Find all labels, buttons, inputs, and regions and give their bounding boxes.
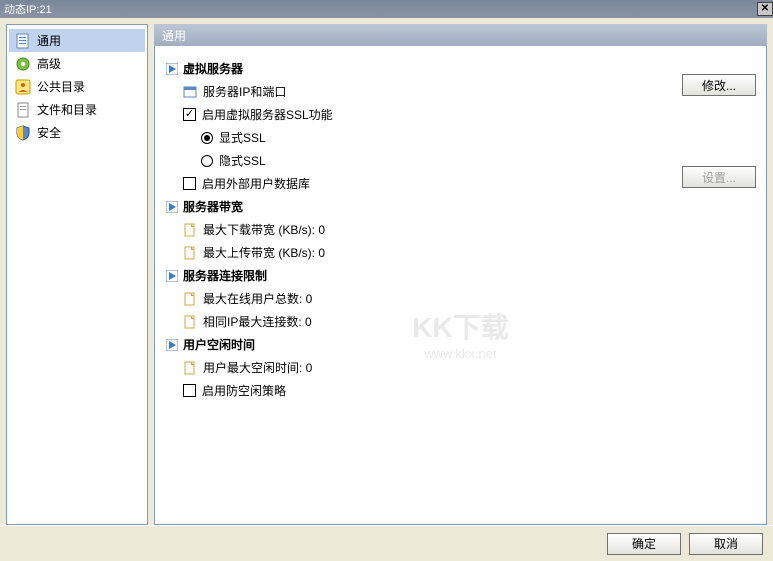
- arrow-right-icon: [165, 338, 179, 352]
- section-bandwidth: 服务器带宽: [165, 198, 756, 215]
- label: 隐式SSL: [219, 152, 266, 169]
- row-max-download: 最大下载带宽 (KB/s): 0: [183, 221, 756, 238]
- shield-icon: [15, 125, 31, 141]
- sidebar-item-label: 文件和目录: [37, 101, 97, 118]
- label: 启用虚拟服务器SSL功能: [202, 106, 333, 123]
- section-idle: 用户空闲时间: [165, 336, 756, 353]
- arrow-right-icon: [165, 200, 179, 214]
- row-explicit-ssl[interactable]: 显式SSL: [201, 129, 756, 146]
- doc-icon: [183, 246, 197, 260]
- section-title: 服务器连接限制: [183, 267, 267, 284]
- sidebar-item-label: 高级: [37, 55, 61, 72]
- label: 相同IP最大连接数: 0: [203, 313, 312, 330]
- doc-icon: [183, 292, 197, 306]
- radio-implicit-ssl[interactable]: [201, 155, 213, 167]
- label: 最大上传带宽 (KB/s): 0: [203, 244, 325, 261]
- sidebar-item-files-dirs[interactable]: 文件和目录: [9, 98, 145, 121]
- sidebar-item-label: 公共目录: [37, 78, 85, 95]
- settings-button: 设置...: [682, 166, 756, 188]
- cancel-button[interactable]: 取消: [689, 533, 763, 555]
- checkbox-external-db[interactable]: [183, 177, 196, 190]
- label: 最大在线用户总数: 0: [203, 290, 312, 307]
- content-body: KK下载 www.kkx.net 虚拟服务器 修改... 服务器IP和端口: [154, 46, 767, 525]
- public-icon: [15, 79, 31, 95]
- content-header: 通用: [154, 24, 767, 46]
- modify-button[interactable]: 修改...: [682, 74, 756, 96]
- section-title: 服务器带宽: [183, 198, 243, 215]
- row-server-ip-port: 服务器IP和端口: [183, 83, 756, 100]
- row-same-ip-max: 相同IP最大连接数: 0: [183, 313, 756, 330]
- content-title: 通用: [162, 27, 186, 44]
- label: 服务器IP和端口: [203, 83, 286, 100]
- doc-icon: [183, 315, 197, 329]
- doc-icon: [183, 361, 197, 375]
- gear-icon: [15, 56, 31, 72]
- doc-icon: [183, 223, 197, 237]
- label: 启用外部用户数据库: [202, 175, 310, 192]
- row-implicit-ssl[interactable]: 隐式SSL: [201, 152, 756, 169]
- sidebar: 通用 高级 公共目录 文件和目录: [6, 24, 148, 525]
- section-title: 虚拟服务器: [183, 60, 243, 77]
- sidebar-item-advanced[interactable]: 高级: [9, 52, 145, 75]
- row-enable-ssl[interactable]: 启用虚拟服务器SSL功能: [183, 106, 756, 123]
- label: 启用防空闲策略: [202, 382, 286, 399]
- arrow-right-icon: [165, 62, 179, 76]
- ok-button[interactable]: 确定: [607, 533, 681, 555]
- label: 用户最大空闲时间: 0: [203, 359, 312, 376]
- row-enable-anti-idle[interactable]: 启用防空闲策略: [183, 382, 756, 399]
- section-virtual-server: 虚拟服务器: [165, 60, 756, 77]
- close-button[interactable]: ✕: [757, 2, 773, 16]
- file-icon: [15, 102, 31, 118]
- sidebar-item-general[interactable]: 通用: [9, 29, 145, 52]
- window-title: 动态IP:21: [4, 1, 52, 17]
- dialog-footer: 确定 取消: [0, 525, 773, 561]
- arrow-right-icon: [165, 269, 179, 283]
- titlebar: 动态IP:21 ✕: [0, 0, 773, 18]
- section-title: 用户空闲时间: [183, 336, 255, 353]
- sidebar-item-label: 安全: [37, 124, 61, 141]
- window-icon: [183, 85, 197, 99]
- label: 最大下载带宽 (KB/s): 0: [203, 221, 325, 238]
- sidebar-item-public-dir[interactable]: 公共目录: [9, 75, 145, 98]
- checkbox-anti-idle[interactable]: [183, 384, 196, 397]
- sidebar-item-label: 通用: [37, 32, 61, 49]
- sidebar-item-security[interactable]: 安全: [9, 121, 145, 144]
- label: 显式SSL: [219, 129, 266, 146]
- row-max-online-users: 最大在线用户总数: 0: [183, 290, 756, 307]
- row-max-upload: 最大上传带宽 (KB/s): 0: [183, 244, 756, 261]
- page-icon: [15, 33, 31, 49]
- section-connection-limit: 服务器连接限制: [165, 267, 756, 284]
- radio-explicit-ssl[interactable]: [201, 132, 213, 144]
- row-max-idle: 用户最大空闲时间: 0: [183, 359, 756, 376]
- checkbox-enable-ssl[interactable]: [183, 108, 196, 121]
- row-enable-external-db[interactable]: 启用外部用户数据库: [183, 175, 756, 192]
